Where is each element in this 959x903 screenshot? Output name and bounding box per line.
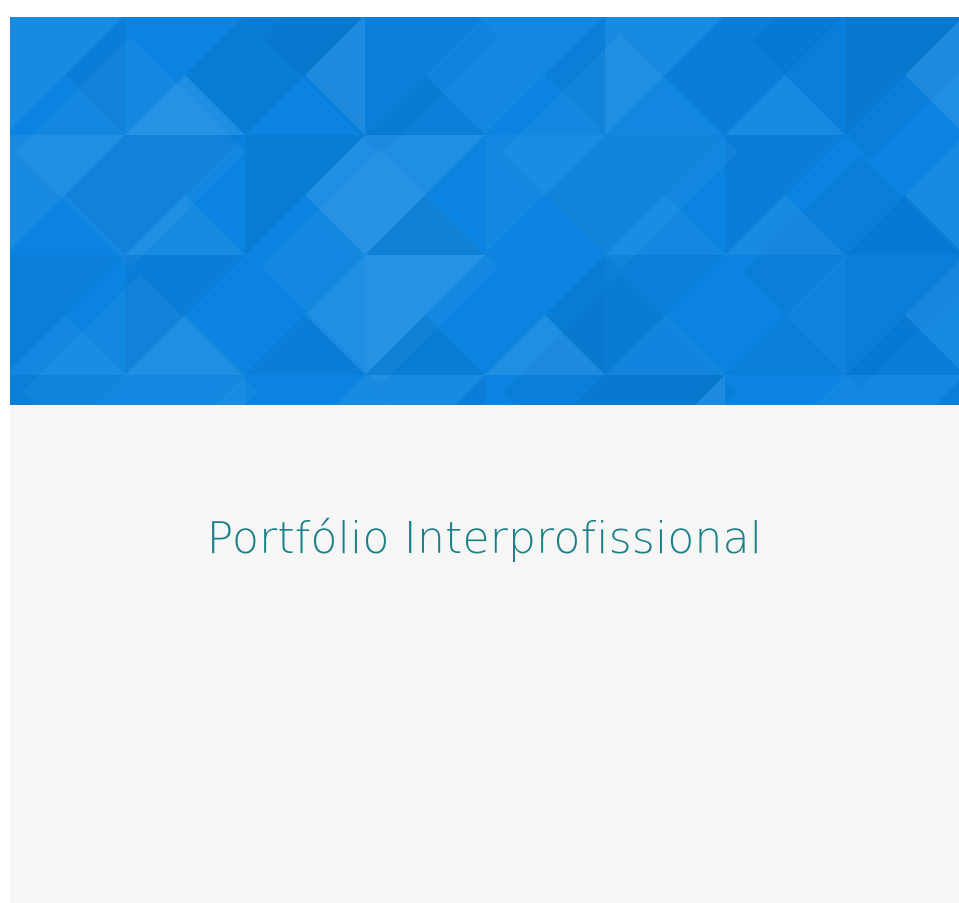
card-banner-image[interactable] <box>10 17 959 405</box>
course-title[interactable]: Portfólio Interprofissional <box>10 509 959 569</box>
course-card[interactable]: Portfólio Interprofissional <box>10 17 959 903</box>
card-body: Portfólio Interprofissional <box>10 405 959 903</box>
banner-shapes <box>10 17 959 405</box>
banner-pattern-svg <box>10 17 959 405</box>
